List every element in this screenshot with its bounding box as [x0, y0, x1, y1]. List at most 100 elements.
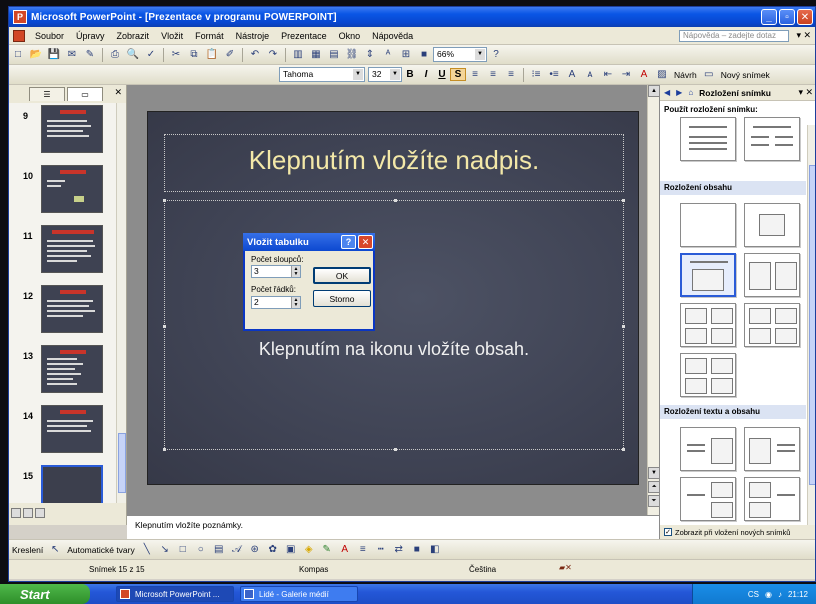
print-icon[interactable]: ⎙	[107, 47, 123, 63]
slide-thumbnail-selected[interactable]	[41, 465, 103, 503]
layout-content-text[interactable]	[744, 427, 800, 471]
undo-icon[interactable]: ↶	[247, 47, 263, 63]
font-color-icon[interactable]: A	[337, 542, 353, 558]
content-placeholder[interactable]: Klepnutím na ikonu vložíte obsah.	[163, 199, 625, 451]
slide-thumbnail[interactable]	[41, 285, 103, 333]
dialog-title-bar[interactable]: Vložit tabulku ? ✕	[243, 233, 375, 251]
decrease-font-icon[interactable]: ᴀ	[582, 67, 598, 83]
paste-icon[interactable]: 📋	[204, 47, 220, 63]
taskbar-item-powerpoint[interactable]: Microsoft PowerPoint ...	[116, 586, 234, 602]
bullets-icon[interactable]: •≡	[546, 67, 562, 83]
menu-format[interactable]: Formát	[189, 31, 230, 41]
cut-icon[interactable]: ✂	[168, 47, 184, 63]
columns-value[interactable]: 3	[254, 266, 259, 276]
open-icon[interactable]: 📂	[28, 47, 44, 63]
scrollbar-thumb[interactable]	[118, 433, 126, 493]
slide-thumbnail[interactable]	[41, 225, 103, 273]
notes-placeholder[interactable]: Klepnutím vložíte poznámky.	[135, 520, 243, 530]
chevron-down-icon[interactable]: ▼	[353, 69, 363, 80]
help-icon[interactable]: ?	[341, 235, 356, 249]
layout-text-two-content[interactable]	[680, 477, 736, 521]
menu-help[interactable]: Nápověda	[366, 31, 419, 41]
layout-text-content[interactable]	[680, 427, 736, 471]
new-slide-icon[interactable]: ▭	[701, 67, 717, 83]
slide-scrollbar[interactable]: ▲ ▼ ⏶ ⏷	[647, 85, 660, 515]
title-placeholder-text[interactable]: Klepnutím vložíte nadpis.	[165, 145, 623, 176]
tab-slides[interactable]: ▭	[67, 87, 103, 101]
align-left-icon[interactable]: ≡	[467, 67, 483, 83]
rows-stepper[interactable]: 2 ▲ ▼	[251, 296, 301, 309]
color-grayscale-icon[interactable]: ■	[416, 47, 432, 63]
3d-style-icon[interactable]: ◧	[427, 542, 443, 558]
diagram-icon[interactable]: ⊛	[247, 542, 263, 558]
menu-view[interactable]: Zobrazit	[111, 31, 156, 41]
close-icon[interactable]: ✕	[114, 87, 122, 98]
notes-pane[interactable]: Klepnutím vložíte poznámky.	[127, 515, 659, 539]
layout-blank[interactable]	[680, 203, 736, 247]
shadow-style-icon[interactable]: ■	[409, 542, 425, 558]
permission-icon[interactable]: ✉	[64, 47, 80, 63]
close-icon[interactable]: ✕	[358, 235, 373, 249]
rectangle-icon[interactable]: □	[175, 542, 191, 558]
insert-table-icon[interactable]: ▦	[308, 47, 324, 63]
menu-tools[interactable]: Nástroje	[230, 31, 276, 41]
volume-icon[interactable]: ♪	[778, 590, 782, 599]
thumbnail-row[interactable]: 9	[9, 105, 117, 165]
content-placeholder-text[interactable]: Klepnutím na ikonu vložíte obsah.	[165, 339, 623, 360]
ok-button[interactable]: OK	[313, 267, 371, 284]
home-icon[interactable]: ⌂	[684, 88, 695, 97]
thumbnail-row[interactable]: 12	[9, 285, 117, 345]
thumbnail-row[interactable]: 10	[9, 165, 117, 225]
email-icon[interactable]: ✎	[82, 47, 98, 63]
zoom-select[interactable]: 66% ▼	[433, 47, 487, 62]
insert-chart-icon[interactable]: ▥	[290, 47, 306, 63]
spelling-icon[interactable]: ✓	[143, 47, 159, 63]
forward-icon[interactable]: ▶	[672, 88, 684, 97]
slide-thumbnail[interactable]	[41, 105, 103, 153]
layout-four-content[interactable]	[680, 303, 736, 347]
thumbnail-row[interactable]: 14	[9, 405, 117, 465]
clipart-icon[interactable]: ✿	[265, 542, 281, 558]
underline-button[interactable]: U	[434, 69, 450, 80]
bold-button[interactable]: B	[402, 69, 418, 80]
shadow-button[interactable]: S	[450, 68, 466, 81]
textbox-icon[interactable]: ▤	[211, 542, 227, 558]
chevron-down-icon[interactable]: ▼	[475, 49, 485, 60]
select-objects-icon[interactable]: ↖	[47, 542, 63, 558]
rows-value[interactable]: 2	[254, 297, 259, 307]
layout-title-text[interactable]	[680, 117, 736, 161]
font-select[interactable]: Tahoma ▼	[279, 67, 365, 82]
help-icon[interactable]: ?	[488, 47, 504, 63]
slide-thumbnail[interactable]	[41, 405, 103, 453]
help-search-input[interactable]: Nápověda – zadejte dotaz	[679, 30, 789, 42]
menu-edit[interactable]: Úpravy	[70, 31, 111, 41]
scrollbar-thumb[interactable]	[809, 165, 815, 485]
spelling-status-icon[interactable]: ▰✕	[559, 563, 572, 572]
layout-two-content-text[interactable]	[744, 477, 800, 521]
wordart-icon[interactable]: 𝒜	[229, 542, 245, 558]
tables-borders-icon[interactable]: ▤	[326, 47, 342, 63]
document-close-icon[interactable]: ▾ ✕	[796, 30, 811, 41]
document-icon[interactable]	[13, 29, 25, 42]
chevron-down-icon[interactable]: ▼	[390, 69, 400, 80]
minimize-button[interactable]: _	[761, 9, 777, 25]
line-color-icon[interactable]: ✎	[319, 542, 335, 558]
increase-indent-icon[interactable]: ⇥	[618, 67, 634, 83]
print-preview-icon[interactable]: 🔍	[125, 47, 141, 63]
slide-thumbnail[interactable]	[41, 345, 103, 393]
powerpoint-app-icon[interactable]: P	[13, 10, 27, 24]
slide-sorter-icon[interactable]	[23, 508, 33, 518]
font-size-select[interactable]: 32 ▼	[368, 67, 402, 82]
columns-stepper[interactable]: 3 ▲ ▼	[251, 265, 301, 278]
format-painter-icon[interactable]: ✐	[222, 47, 238, 63]
network-icon[interactable]: ◉	[765, 590, 772, 599]
layout-four-content-title[interactable]	[744, 303, 800, 347]
expand-all-icon[interactable]: ⇕	[362, 47, 378, 63]
new-slide-button[interactable]: Nový snímek	[718, 70, 773, 80]
layout-two-content[interactable]	[744, 253, 800, 297]
layout-title-content-selected[interactable]	[680, 253, 736, 297]
layout-content[interactable]	[744, 203, 800, 247]
menu-file[interactable]: Soubor	[29, 31, 70, 41]
thumbnail-row[interactable]: 11	[9, 225, 117, 285]
slides-scrollbar[interactable]	[116, 103, 126, 503]
